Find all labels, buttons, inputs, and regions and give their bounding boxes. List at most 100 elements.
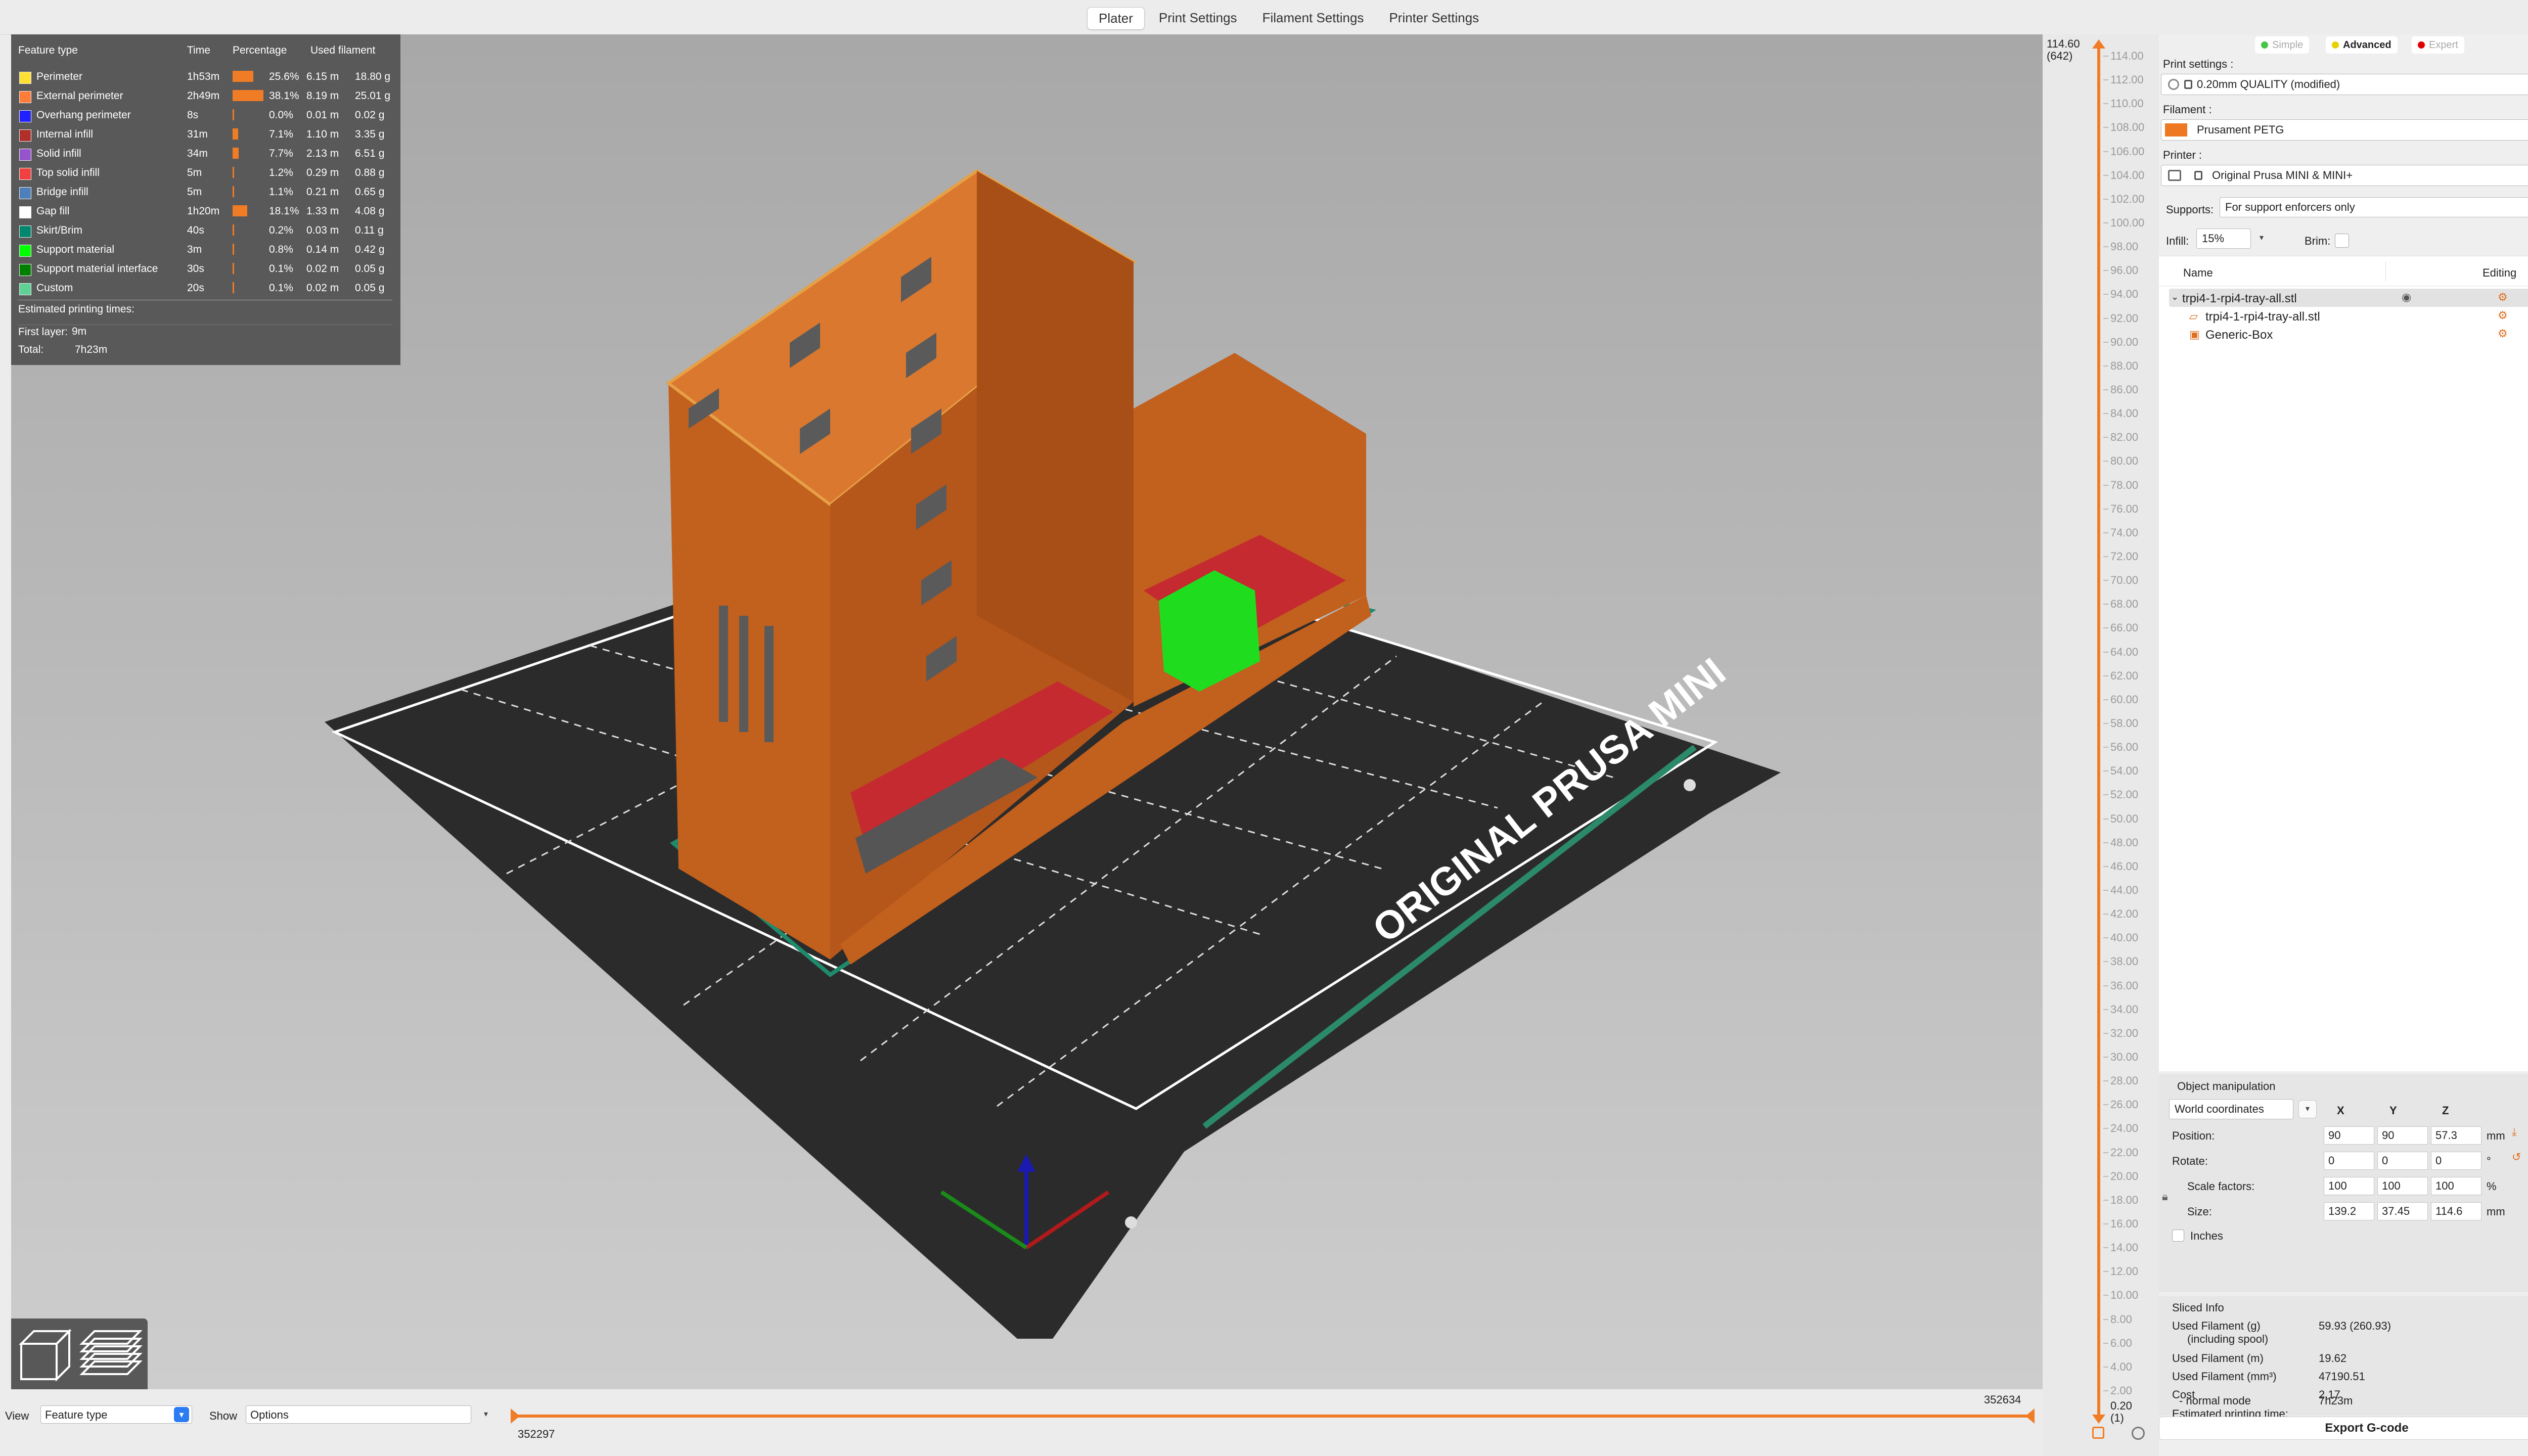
print-settings-combo[interactable]: 0.20mm QUALITY (modified) <box>2161 74 2528 95</box>
legend-row[interactable]: Perimeter 1h53m 25.6% 6.15 m 18.80 g <box>11 68 400 87</box>
inches-checkbox[interactable] <box>2172 1230 2184 1242</box>
rotate-x-input[interactable]: 0 <box>2324 1152 2374 1170</box>
legend-row[interactable]: Bridge infill 5m 1.1% 0.21 m 0.65 g <box>11 183 400 202</box>
legend-row[interactable]: External perimeter 2h49m 38.1% 8.19 m 25.01 … <box>11 87 400 106</box>
object-edit-icon[interactable]: ⚙ <box>2498 291 2508 304</box>
object-list: Name Editing ⌄ trpi4-1-rpi4-tray-all.stl… <box>2159 256 2528 1071</box>
rotate-label: Rotate: <box>2172 1155 2208 1167</box>
vslider-tick-mark <box>2103 365 2108 367</box>
vslider-track[interactable] <box>2097 44 2100 1420</box>
legend-feature-name: Custom <box>36 282 73 294</box>
layers-preview-icon[interactable] <box>79 1330 143 1375</box>
brim-checkbox[interactable] <box>2335 234 2349 248</box>
position-y-input[interactable]: 90 <box>2377 1126 2428 1145</box>
view-combo-arrow-icon[interactable]: ▾ <box>174 1407 189 1422</box>
horizontal-slider-track[interactable] <box>514 1415 2029 1418</box>
filament-color-swatch[interactable] <box>2165 123 2187 136</box>
axis-z-label: Z <box>2442 1104 2449 1117</box>
vslider-bottom-value: 0.20 <box>2110 1399 2132 1412</box>
vslider-tick-mark <box>2103 127 2108 128</box>
lock-icon[interactable] <box>2092 1427 2104 1439</box>
3d-viewport[interactable]: ORIGINAL PRUSA MINI Feature type Time Pe… <box>11 34 2043 1389</box>
mode-simple-button[interactable]: Simple <box>2255 36 2310 54</box>
rotate-y-input[interactable]: 0 <box>2377 1152 2428 1170</box>
legend-row[interactable]: Internal infill 31m 7.1% 1.10 m 3.35 g <box>11 125 400 145</box>
vslider-tick-mark <box>2103 627 2108 629</box>
legend-feature-name: Support material <box>36 244 115 255</box>
coordinates-combo[interactable]: World coordinates <box>2169 1099 2293 1119</box>
show-combo[interactable]: Options <box>246 1405 471 1424</box>
object-row-selected[interactable]: ⌄ trpi4-1-rpi4-tray-all.stl ◉ ⚙ <box>2169 289 2528 307</box>
feature-legend: Feature type Time Percentage Used filame… <box>11 34 400 365</box>
legend-row[interactable]: Support material interface 30s 0.1% 0.02 m 0… <box>11 260 400 279</box>
vslider-tick-mark <box>2103 675 2108 676</box>
vslider-tick-mark <box>2103 508 2108 510</box>
volume-row[interactable]: ▱ trpi4-1-rpi4-tray-all.stl ⚙ <box>2189 308 2528 325</box>
size-y-input[interactable]: 37.45 <box>2377 1202 2428 1220</box>
legend-feature-time: 2h49m <box>187 90 220 102</box>
vslider-tick-label: 74.00 <box>2110 526 2139 539</box>
legend-row[interactable]: Support material 3m 0.8% 0.14 m 0.42 g <box>11 241 400 260</box>
mode-advanced-button[interactable]: Advanced <box>2326 36 2398 54</box>
eye-icon[interactable]: ◉ <box>2402 291 2411 304</box>
volume-edit-icon[interactable]: ⚙ <box>2498 309 2508 322</box>
vslider-top-thumb[interactable] <box>2092 39 2105 49</box>
view-label: View <box>5 1409 29 1422</box>
tab-plater[interactable]: Plater <box>1087 7 1145 30</box>
tab-filament-settings[interactable]: Filament Settings <box>1251 7 1375 30</box>
rotate-z-input[interactable]: 0 <box>2431 1152 2481 1170</box>
scale-y-input[interactable]: 100 <box>2377 1177 2428 1195</box>
legend-feature-name: Overhang perimeter <box>36 109 131 121</box>
legend-color-swatch <box>19 264 31 276</box>
print-settings-cog-icon <box>2168 79 2179 90</box>
modifier-row[interactable]: ▣ Generic-Box ⚙ <box>2189 326 2528 343</box>
legend-row[interactable]: Overhang perimeter 8s 0.0% 0.01 m 0.02 g <box>11 106 400 125</box>
modifier-edit-icon[interactable]: ⚙ <box>2498 327 2508 340</box>
legend-row[interactable]: Skirt/Brim 40s 0.2% 0.03 m 0.11 g <box>11 221 400 241</box>
size-x-input[interactable]: 139.2 <box>2324 1202 2374 1220</box>
infill-combo[interactable]: 15% <box>2196 229 2251 249</box>
legend-feature-length: 2.13 m <box>306 148 339 159</box>
position-x-input[interactable]: 90 <box>2324 1126 2374 1145</box>
size-z-input[interactable]: 114.6 <box>2431 1202 2481 1220</box>
view-combo[interactable]: Feature type <box>40 1405 192 1424</box>
scale-z-input[interactable]: 100 <box>2431 1177 2481 1195</box>
legend-row[interactable]: Custom 20s 0.1% 0.02 m 0.05 g <box>11 279 400 298</box>
legend-feature-weight: 0.11 g <box>355 224 384 236</box>
view-mode-buttons <box>11 1318 148 1389</box>
vslider-bottom-thumb[interactable] <box>2092 1415 2105 1424</box>
bottom-toolbar: View Feature type ▾ Show Options ▾ 35229… <box>0 1389 2043 1456</box>
collapse-chevron-icon[interactable]: ⌄ <box>2171 292 2179 302</box>
scale-x-input[interactable]: 100 <box>2324 1177 2374 1195</box>
hslider-left-thumb[interactable] <box>511 1408 520 1424</box>
drop-to-bed-icon[interactable]: ⤓ <box>2512 1125 2517 1139</box>
export-gcode-button[interactable]: Export G-code <box>2159 1417 2528 1440</box>
coordinates-arrow-icon[interactable]: ▾ <box>2298 1100 2317 1118</box>
legend-feature-length: 6.15 m <box>306 71 339 82</box>
show-combo-arrow-icon[interactable]: ▾ <box>477 1406 494 1423</box>
printer-combo[interactable]: Original Prusa MINI & MINI+ <box>2161 165 2528 186</box>
position-z-input[interactable]: 57.3 <box>2431 1126 2481 1145</box>
object-list-header-name: Name <box>2183 266 2213 279</box>
tab-printer-settings[interactable]: Printer Settings <box>1378 7 1490 30</box>
legend-feature-name: Perimeter <box>36 71 83 82</box>
legend-feature-time: 1h53m <box>187 71 220 82</box>
3d-view-icon[interactable] <box>19 1329 72 1382</box>
legend-row[interactable]: Top solid infill 5m 1.2% 0.29 m 0.88 g <box>11 164 400 183</box>
infill-arrow-icon[interactable]: ▾ <box>2253 230 2270 247</box>
legend-row[interactable]: Solid infill 34m 7.7% 2.13 m 6.51 g <box>11 145 400 164</box>
vslider-tick-label: 114.00 <box>2110 50 2144 62</box>
view-mode-icons <box>19 1329 143 1382</box>
legend-feature-name: Top solid infill <box>36 167 100 178</box>
layer-slider[interactable]: 114.60 (642) 114.00 112.00 110.00 108.00 106… <box>2043 34 2159 1456</box>
supports-combo[interactable]: For support enforcers only <box>2220 197 2528 217</box>
legend-feature-percentage: 25.6% <box>269 71 299 82</box>
tab-print-settings[interactable]: Print Settings <box>1148 7 1248 30</box>
scale-lock-icon[interactable]: 🔒︎ <box>2162 1190 2168 1203</box>
legend-row[interactable]: Gap fill 1h20m 18.1% 1.33 m 4.08 g <box>11 202 400 221</box>
filament-combo[interactable]: Prusament PETG <box>2161 119 2528 141</box>
mode-expert-button[interactable]: Expert <box>2412 36 2464 54</box>
hslider-right-thumb[interactable] <box>2025 1408 2035 1424</box>
reset-rotation-icon[interactable]: ↺ <box>2512 1151 2521 1164</box>
cog-icon[interactable] <box>2132 1427 2145 1440</box>
